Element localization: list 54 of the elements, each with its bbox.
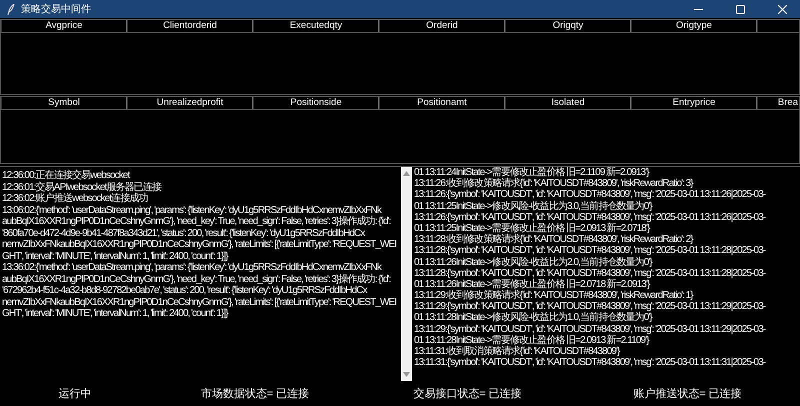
log-line: 13:11:28:{'symbol': 'KAITOUSDT', 'id': 'KAITOUSDT#843809', 'msg': '2025-03-01 13:11:28|2025-03- <box>414 268 767 279</box>
log-line: 01 13:11:28InitState->需要修改止盈价格 旧=2.0913 新=2.1109'} <box>414 334 650 346</box>
scroll-down-icon[interactable] <box>403 372 410 377</box>
status-text: 市场数据状态= 已连接 <box>200 386 310 401</box>
scrollbar[interactable] <box>401 167 412 381</box>
column-header[interactable]: Avgprice <box>1 20 127 32</box>
window-title: 策略交易中间件 <box>21 2 91 16</box>
status-text: 交易接口状态= 已连接 <box>413 386 522 401</box>
log-line: 01 13:11:25InitState->修改风险-收益比为3.0,当前持仓数量为0'} <box>414 200 654 212</box>
log-line: 13:11:29:{'symbol': 'KAITOUSDT', 'id': 'KAITOUSDT#843809', 'msg': '2025-03-01 13:11:29|2025-03- <box>414 301 767 312</box>
column-header[interactable]: Executedqty <box>253 20 379 32</box>
column-header[interactable]: Brea <box>757 97 799 109</box>
close-icon[interactable] <box>778 4 787 14</box>
feather-icon <box>7 4 15 14</box>
log-line: aubBqIX16XXR1ngPIP0D1nCeCshnyGnmG'}, 'need_key': True, 'need_sign': False, 'retries': 3}操作成功: {'id': <box>2 216 392 228</box>
log-line: 13:11:29:收到修改策略请求{'id': 'KAITOUSDT#843809', 'riskRewardRatio': 1} <box>414 290 694 302</box>
log-line: aubBqIX16XXR1ngPIP0D1nCeCshnyGnmG'}, 'need_key': True, 'need_sign': False, 'retries': 3}操作成功: {'id': <box>2 274 392 285</box>
status-text: 账户推送状态= 已连接 <box>633 386 742 401</box>
column-header[interactable]: Origqty <box>505 20 631 32</box>
log-line: 13:11:31:{'symbol': 'KAITOUSDT', 'id': 'KAITOUSDT#843809', 'msg': '2025-03-01 13:11:31|2025-03- <box>414 357 767 368</box>
log-line: 13:11:31:收到取消策略请求{'id': 'KAITOUSDT#843809'} <box>414 346 621 358</box>
log-line: 13:11:28:收到修改策略请求{'id': 'KAITOUSDT#843809', 'riskRewardRatio': 2} <box>414 234 694 246</box>
log-line: '672962b4-f51c-4a32-b8d8-92782be0ab7e', 'status': 200, 'result': {'listenKey': 'dyU1g5RRSzFddIbHdCx <box>2 285 368 296</box>
log-line: 13:11:26:{'symbol': 'KAITOUSDT', 'id': 'KAITOUSDT#843809', 'msg': '2025-03-01 13:11:26|2025-03- <box>414 212 767 223</box>
column-header[interactable]: Unrealizedprofit <box>127 97 253 109</box>
log-line: GHT', 'interval': 'MINUTE', 'intervalNum': 1, 'limit': 2400, 'count': 1}]} <box>2 308 230 320</box>
log-line: 13:11:29:{'symbol': 'KAITOUSDT', 'id': 'KAITOUSDT#843809', 'msg': '2025-03-01 13:11:29|2025-03- <box>414 324 767 335</box>
column-header[interactable]: Clientorderid <box>127 20 253 32</box>
log-line: 01 13:11:26InitState->修改风险-收益比为2.0,当前持仓数量为0'} <box>414 256 654 268</box>
log-line: 13:11:26:收到修改策略请求{'id': 'KAITOUSDT#843809', 'riskRewardRatio': 3} <box>414 178 694 190</box>
log-line: 13:11:28:{'symbol': 'KAITOUSDT', 'id': 'KAITOUSDT#843809', 'msg': '2025-03-01 13:11:28|2025-03- <box>414 245 767 256</box>
log-line: 13:11:26:{'symbol': 'KAITOUSDT', 'id': 'KAITOUSDT#843809', 'msg': '2025-03-01 13:11:26|2025-03- <box>414 189 767 200</box>
column-header[interactable]: Origtype <box>631 20 757 32</box>
log-line: 12:36:00:正在连接交易websocket <box>2 170 131 182</box>
column-header[interactable]: Positionside <box>253 97 379 109</box>
log-line: GHT', 'interval': 'MINUTE', 'intervalNum': 1, 'limit': 2400, 'count': 1}]} <box>2 250 230 262</box>
log-line: 12:36:01:交易APIwebsocket服务器已连接 <box>2 182 162 192</box>
log-line: 13:36:02:{'method': 'userDataStream.ping', 'params': {'listenKey': 'dyU1g5RRSzFddIbHdCxnemvZIbXxFNk <box>2 262 383 274</box>
log-line: 12:36:02:账户推送websocket连接成功 <box>2 193 149 204</box>
log-line: 01 13:11:28InitState->修改风险-收益比为1.0,当前持仓数量为0'} <box>414 312 654 324</box>
log-line: nemvZIbXxFNkaubBqIX16XXR1ngPIP0D1nCeCshnyGnmG'}, 'rateLimits': [{'rateLimitType': 'REQUEST_WEI <box>2 296 398 308</box>
status-text: 运行中 <box>58 387 92 401</box>
scroll-up-icon[interactable] <box>403 171 410 176</box>
log-line: nemvZIbXxFNkaubBqIX16XXR1ngPIP0D1nCeCshnyGnmG'}, 'rateLimits': [{'rateLimitType': 'REQUEST_WEI <box>2 239 398 250</box>
maximize-icon[interactable] <box>736 4 745 14</box>
log-line: '860fa70e-d472-4d9e-9b41-487f8a343d21', 'status': 200, 'result': {'listenKey': 'dyU1g5RRSzFddIbHdCx <box>2 228 366 239</box>
column-header[interactable]: Orderid <box>379 20 505 32</box>
column-header[interactable]: Isolated <box>505 97 631 109</box>
column-header[interactable]: Symbol <box>1 97 127 109</box>
column-header[interactable]: Positionamt <box>379 97 505 109</box>
log-line: 13:06:02:{'method': 'userDataStream.ping', 'params': {'listenKey': 'dyU1g5RRSzFddIbHdCxnemvZIbXxFNk <box>2 204 383 216</box>
column-header[interactable]: Entryprice <box>631 97 757 109</box>
log-line: 01 13:11:25InitState->需要修改止盈价格 旧=2.0913 新=2.0718'} <box>414 222 651 234</box>
log-line: 01 13:11:26InitState->需要修改止盈价格 旧=2.0718 新=2.0913'} <box>414 278 651 290</box>
